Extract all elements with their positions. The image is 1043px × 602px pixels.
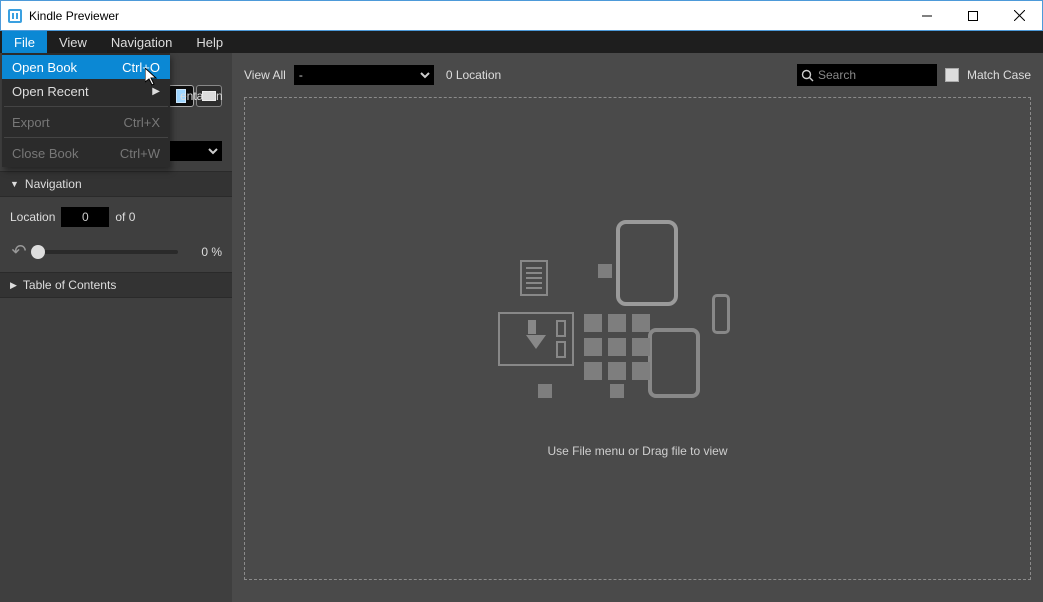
file-menu-dropdown: Open Book Ctrl+O Open Recent ▶ Export Ct… <box>2 53 170 167</box>
file-menu-open-book-accel: Ctrl+O <box>122 60 160 75</box>
file-menu-close-book: Close Book Ctrl+W <box>2 141 170 165</box>
square-icon <box>610 384 624 398</box>
menu-separator <box>4 137 168 138</box>
menu-separator <box>4 106 168 107</box>
chevron-right-icon: ▶ <box>10 280 17 291</box>
file-menu-open-book[interactable]: Open Book Ctrl+O <box>2 55 170 79</box>
location-percent: 0 % <box>188 245 222 259</box>
window-title: Kindle Previewer <box>29 9 119 23</box>
location-of-text: of 0 <box>115 210 135 224</box>
search-field[interactable] <box>797 64 937 86</box>
toc-section-label: Table of Contents <box>23 278 116 292</box>
file-menu-open-recent-label: Open Recent <box>12 84 89 99</box>
main-panel: View All - 0 Location Match Case <box>232 53 1043 602</box>
app-icon <box>7 8 23 24</box>
dropzone[interactable]: Use File menu or Drag file to view <box>244 97 1031 580</box>
match-case-label: Match Case <box>967 68 1031 82</box>
window-minimize-button[interactable] <box>904 1 950 30</box>
view-all-select[interactable]: - <box>294 65 434 85</box>
file-menu-export-label: Export <box>12 115 50 130</box>
download-box-icon <box>498 312 574 366</box>
main-toolbar: View All - 0 Location Match Case <box>232 53 1043 97</box>
menu-navigation[interactable]: Navigation <box>99 31 184 53</box>
menubar: File View Navigation Help <box>0 31 1043 53</box>
slider-thumb[interactable] <box>31 245 45 259</box>
font-size-select[interactable] <box>167 141 222 161</box>
file-menu-close-book-label: Close Book <box>12 146 78 161</box>
orientation-label: entation <box>180 89 223 103</box>
dropzone-illustration <box>498 220 778 420</box>
square-icon <box>538 384 552 398</box>
view-all-label: View All <box>244 68 286 82</box>
menu-view[interactable]: View <box>47 31 99 53</box>
window-close-button[interactable] <box>996 1 1042 30</box>
location-input[interactable] <box>61 207 109 227</box>
toolbar-location-text: 0 Location <box>446 68 501 82</box>
search-input[interactable] <box>818 68 933 82</box>
location-slider[interactable] <box>38 250 178 254</box>
submenu-arrow-icon: ▶ <box>152 86 160 97</box>
search-icon <box>801 69 814 82</box>
file-menu-export-accel: Ctrl+X <box>124 115 160 130</box>
phone-icon <box>712 294 730 334</box>
file-menu-open-book-label: Open Book <box>12 60 77 75</box>
window-titlebar: Kindle Previewer <box>0 0 1043 31</box>
menu-file[interactable]: File <box>2 31 47 53</box>
navigation-section-header[interactable]: ▼ Navigation <box>0 171 232 197</box>
tablet-medium-icon <box>648 328 700 398</box>
file-menu-close-book-accel: Ctrl+W <box>120 146 160 161</box>
grid-icon <box>584 314 650 380</box>
toc-section-header[interactable]: ▶ Table of Contents <box>0 272 232 298</box>
square-icon <box>598 264 612 278</box>
dropzone-hint: Use File menu or Drag file to view <box>547 444 727 458</box>
file-menu-export: Export Ctrl+X <box>2 110 170 134</box>
file-menu-open-recent[interactable]: Open Recent ▶ <box>2 79 170 103</box>
tablet-large-icon <box>616 220 678 306</box>
menu-help[interactable]: Help <box>184 31 235 53</box>
window-maximize-button[interactable] <box>950 1 996 30</box>
chevron-down-icon: ▼ <box>10 179 19 189</box>
location-label: Location <box>10 210 55 224</box>
match-case-checkbox[interactable] <box>945 68 959 82</box>
document-icon <box>520 260 548 296</box>
undo-icon[interactable]: ↶ <box>10 241 28 262</box>
navigation-section-label: Navigation <box>25 177 82 191</box>
